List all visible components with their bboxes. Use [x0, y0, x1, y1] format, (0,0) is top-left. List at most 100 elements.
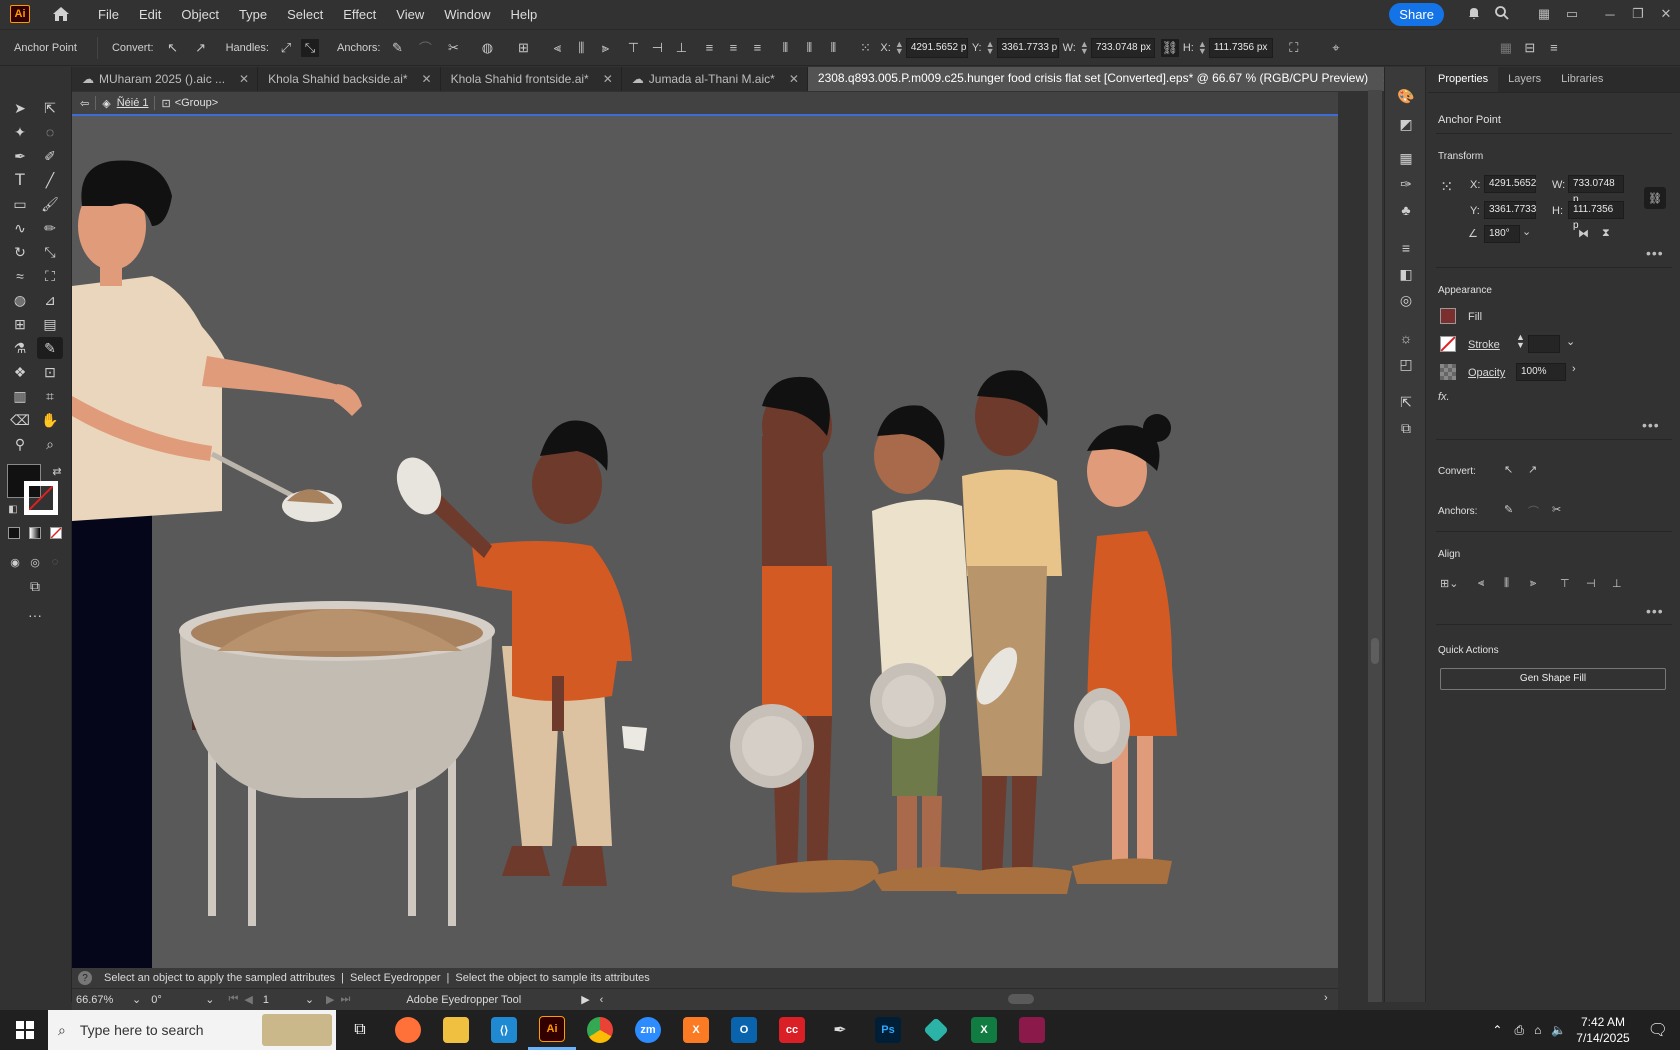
search-icon[interactable] — [1488, 5, 1516, 24]
menu-help[interactable]: Help — [510, 7, 537, 22]
meet-now-icon[interactable]: ⎙ — [1514, 1023, 1524, 1038]
first-artboard-icon[interactable]: ⏮ — [228, 993, 238, 1006]
zoom-select[interactable]: 66.67% — [76, 994, 122, 1006]
align-middle-icon[interactable]: ⊣ — [1586, 577, 1596, 590]
scroll-right-icon[interactable]: › — [1324, 992, 1328, 1004]
y-field[interactable]: 3361.7733 p — [996, 37, 1059, 58]
stroke-weight-stepper-icon[interactable]: ▲ ▼ — [1516, 333, 1525, 350]
tab-libraries[interactable]: Libraries — [1551, 67, 1613, 92]
chevron-down-icon[interactable]: ⌄ — [1522, 225, 1531, 238]
close-tab-icon[interactable]: ✕ — [239, 72, 249, 86]
align-right-icon[interactable]: ⫸ — [1530, 577, 1536, 590]
show-handles-icon[interactable]: ⤢ — [277, 39, 295, 57]
cut-path-icon[interactable]: ✂ — [444, 39, 462, 57]
w-stepper-icon[interactable]: ▲ ▼ — [1080, 39, 1089, 55]
network-icon[interactable]: ⌂ — [1534, 1023, 1541, 1037]
tab-document-1[interactable]: ☁ MUharam 2025 ().aic ... ✕ — [72, 67, 259, 91]
zoom-tool-icon[interactable]: ⌕ — [37, 433, 63, 455]
opacity-label[interactable]: Opacity — [1468, 367, 1505, 379]
menu-edit[interactable]: Edit — [139, 7, 161, 22]
tab-layers[interactable]: Layers — [1498, 67, 1551, 92]
tab-properties[interactable]: Properties — [1428, 67, 1499, 92]
excel-icon[interactable]: X — [960, 1010, 1008, 1050]
line-tool-icon[interactable]: ╱ — [37, 169, 63, 191]
warp-tool-icon[interactable]: ≈ — [7, 265, 33, 287]
align-left-icon[interactable]: ⫷ — [548, 39, 566, 57]
creative-cloud-icon[interactable]: cc — [768, 1010, 816, 1050]
connect-anchor-icon[interactable]: ⌒ — [416, 39, 434, 57]
close-icon[interactable]: ✕ — [1652, 6, 1680, 22]
eyedropper-tool-icon[interactable]: ✎ — [37, 337, 63, 359]
vscode-icon[interactable]: ⟨⟩ — [480, 1010, 528, 1050]
home-icon[interactable] — [50, 3, 72, 25]
artboard-tool-icon[interactable]: ⊡ — [37, 361, 63, 383]
recolor-icon[interactable]: ◍ — [478, 39, 496, 57]
chrome-icon[interactable] — [576, 1010, 624, 1050]
curvature-tool-icon[interactable]: ✐ — [37, 145, 63, 167]
align-middle-icon[interactable]: ⊣ — [648, 39, 666, 57]
distribute-bottom-icon[interactable]: ≡ — [748, 39, 766, 57]
shape-builder-tool-icon[interactable]: ◍ — [7, 289, 33, 311]
link-proportions-icon[interactable]: ⛓ — [1160, 38, 1179, 57]
chevron-right-icon[interactable]: › — [1572, 363, 1576, 375]
h-stepper-icon[interactable]: ▲ ▼ — [1198, 39, 1207, 55]
screen-mode-icon[interactable]: ⧉ — [22, 575, 48, 597]
task-view-icon[interactable]: ⧉ — [336, 1010, 384, 1050]
align-left-icon[interactable]: ⫷ — [1478, 577, 1484, 590]
lasso-tool-icon[interactable]: ◌ — [37, 121, 63, 143]
arrange-icon[interactable]: ▦ — [1497, 39, 1515, 57]
stroke-swatch[interactable] — [24, 481, 58, 515]
workspace-icon[interactable]: ▭ — [1558, 6, 1586, 22]
more-options-icon[interactable]: ••• — [1646, 245, 1664, 261]
graphic-styles-icon[interactable]: ◰ — [1395, 353, 1417, 375]
shaper-tool-icon[interactable]: ∿ — [7, 217, 33, 239]
more-tools-icon[interactable]: ··· — [22, 604, 48, 626]
chevron-down-icon[interactable]: ⌄ — [132, 993, 141, 1006]
align-to-icon[interactable]: ⊞ — [514, 39, 532, 57]
constrain-proportions-icon[interactable]: ⛓ — [1644, 187, 1666, 209]
menu-window[interactable]: Window — [444, 7, 490, 22]
tab-document-3[interactable]: Khola Shahid frontside.ai* ✕ — [441, 67, 622, 91]
winrar-icon[interactable] — [1008, 1010, 1056, 1050]
align-to-icon[interactable]: ⊞⌄ — [1440, 577, 1458, 590]
y-stepper-icon[interactable]: ▲ ▼ — [986, 39, 995, 55]
stroke-label[interactable]: Stroke — [1468, 339, 1500, 351]
distribute-top-icon[interactable]: ≡ — [700, 39, 718, 57]
eraser-tool-icon[interactable]: ⌫ — [7, 409, 33, 431]
align-right-icon[interactable]: ⫸ — [596, 39, 614, 57]
close-tab-icon[interactable]: ✕ — [422, 72, 432, 86]
paintbrush-tool-icon[interactable]: 🖌 — [37, 193, 63, 215]
stroke-weight-field[interactable] — [1528, 335, 1560, 353]
mesh-tool-icon[interactable]: ⊞ — [7, 313, 33, 335]
rotate-tool-icon[interactable]: ↻ — [7, 241, 33, 263]
chevron-down-icon[interactable]: ⌄ — [305, 993, 314, 1006]
menu-lines-icon[interactable]: ≡ — [1545, 39, 1563, 57]
taskbar-search[interactable]: ⌕ Type here to search — [48, 1010, 336, 1050]
swatches-icon[interactable]: ▦ — [1395, 147, 1417, 169]
selection-tool-icon[interactable]: ➤ — [7, 97, 33, 119]
remove-anchor-icon[interactable]: ✎ — [388, 39, 406, 57]
convert-smooth-icon[interactable]: ↗ — [1528, 463, 1537, 476]
horizontal-scroll-thumb[interactable] — [1008, 994, 1034, 1004]
align-top-icon[interactable]: ⊤ — [624, 39, 642, 57]
rotation-select[interactable]: 0° — [151, 994, 191, 1006]
outlook-icon[interactable]: O — [720, 1010, 768, 1050]
perspective-grid-tool-icon[interactable]: ⊿ — [37, 289, 63, 311]
rotate-field[interactable]: 180° — [1484, 225, 1520, 243]
stroke-swatch-small[interactable] — [1440, 336, 1456, 352]
isolate-icon[interactable]: ⌖ — [1327, 39, 1345, 57]
scroll-left-icon[interactable]: ‹ — [600, 994, 604, 1006]
pencil-tool-icon[interactable]: ✏ — [37, 217, 63, 239]
scale-tool-icon[interactable]: ⤡ — [37, 241, 63, 263]
gradient-mode-icon[interactable] — [29, 527, 41, 539]
close-tab-icon[interactable]: ✕ — [789, 72, 799, 86]
panel-options-icon[interactable]: ⊟ — [1521, 39, 1539, 57]
restore-icon[interactable]: ❐ — [1624, 6, 1652, 22]
stroke-panel-icon[interactable]: ≡ — [1395, 237, 1417, 259]
notifications-icon[interactable]: 🗨 — [1648, 1020, 1668, 1040]
opacity-field[interactable]: 100% — [1516, 363, 1566, 381]
x-field[interactable]: 4291.5652 p — [905, 37, 968, 58]
slice-tool-icon[interactable]: ⌗ — [37, 385, 63, 407]
reference-point-icon[interactable]: ⁙ — [1440, 177, 1453, 197]
menu-select[interactable]: Select — [287, 7, 323, 22]
